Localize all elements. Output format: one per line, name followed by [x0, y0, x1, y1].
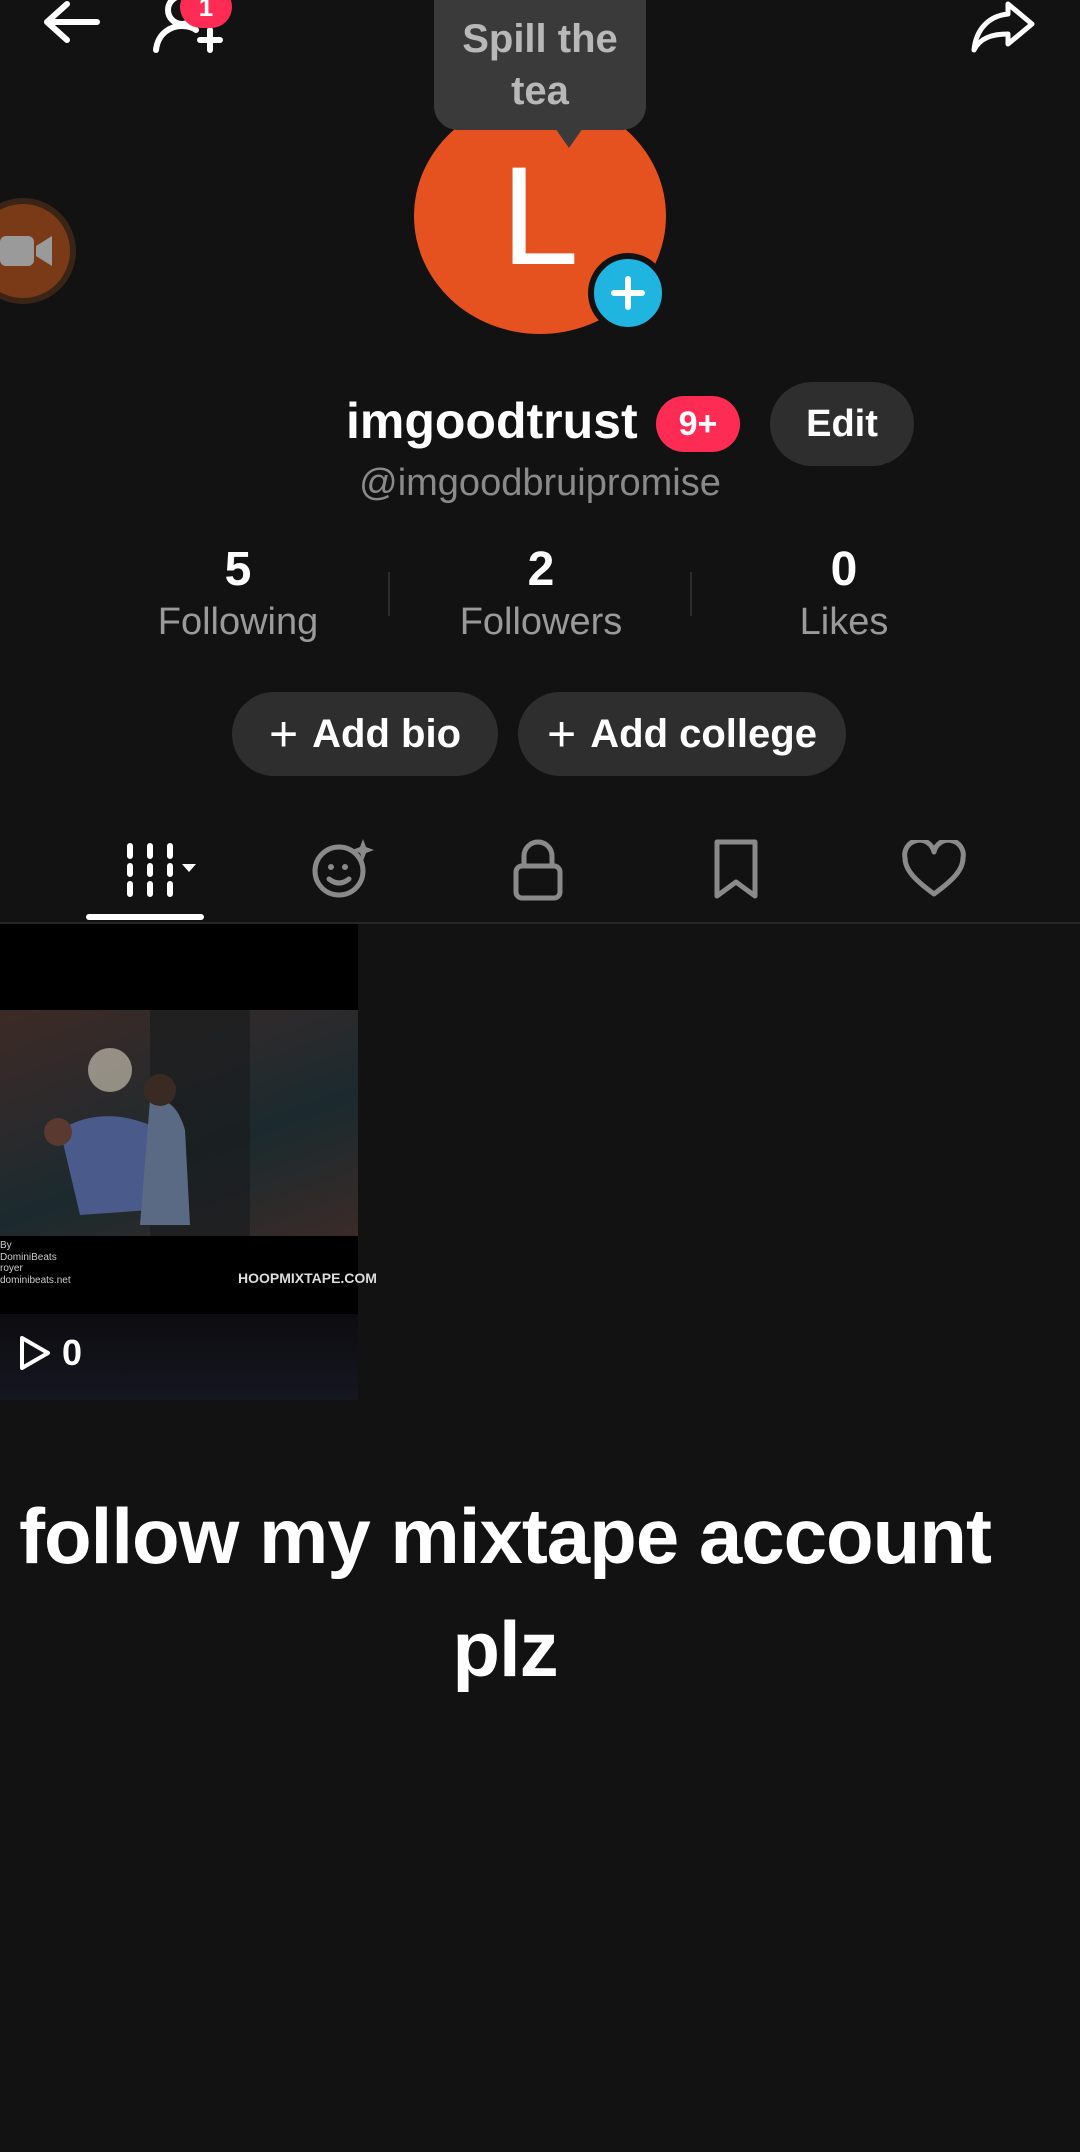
live-camera-button[interactable] — [0, 198, 76, 304]
likes-count: 0 — [830, 543, 858, 596]
share-button[interactable] — [966, 0, 1040, 56]
plus-icon — [611, 276, 645, 310]
active-tab-indicator — [86, 914, 204, 920]
tab-private[interactable] — [478, 830, 598, 910]
followers-count: 2 — [527, 543, 555, 596]
following-stat[interactable]: 5 Following — [108, 542, 368, 644]
video-camera-icon — [0, 236, 52, 266]
add-bio-label: Add bio — [312, 711, 462, 756]
followers-label: Followers — [459, 601, 623, 643]
thumbnail-figures — [44, 1010, 250, 1236]
tab-saved[interactable] — [676, 830, 796, 910]
profile-tabs — [0, 820, 1080, 924]
grid-videos-icon — [127, 843, 196, 897]
arrow-left-icon — [44, 1, 100, 43]
add-college-label: Add college — [590, 711, 817, 756]
face-sparkle-icon — [312, 839, 374, 898]
following-label: Following — [157, 601, 319, 643]
spill-the-tea-tooltip[interactable]: Spill the tea — [434, 0, 646, 130]
plus-icon: + — [547, 706, 577, 762]
back-button[interactable] — [30, 0, 110, 50]
view-count: 0 — [62, 1332, 83, 1373]
name-row: imgoodtrust 9+ Edit — [0, 382, 1080, 466]
heart-icon — [902, 840, 966, 897]
tooltip-tail — [555, 128, 583, 148]
following-count: 5 — [224, 543, 252, 596]
tab-videos[interactable] — [90, 830, 210, 910]
caption-text: follow my mixtape account plz — [19, 1492, 992, 1694]
avatar-letter: L — [501, 137, 579, 294]
followers-stat[interactable]: 2 Followers — [411, 542, 671, 644]
add-photo-button[interactable] — [588, 253, 668, 333]
tab-liked[interactable] — [874, 830, 994, 910]
lock-icon — [513, 839, 563, 901]
tab-reposts[interactable] — [282, 830, 402, 910]
notification-count-badge: 9+ — [656, 396, 740, 452]
play-count: 0 — [18, 1332, 82, 1374]
bookmark-icon — [714, 839, 758, 899]
user-handle: @imgoodbruipromise — [359, 462, 721, 504]
plus-icon: + — [268, 706, 299, 762]
display-name: imgoodtrust — [346, 393, 638, 449]
likes-label: Likes — [799, 601, 889, 643]
stat-divider — [690, 572, 692, 616]
edit-profile-button[interactable]: Edit — [770, 382, 914, 466]
video-thumbnail-card[interactable]: 0 — [0, 924, 358, 1400]
profile-stats: 5 Following 2 Followers 0 Likes — [0, 542, 1080, 652]
video-thumbnail-image — [0, 1010, 358, 1236]
add-bio-button[interactable]: + Add bio — [232, 692, 498, 776]
play-icon — [20, 1336, 50, 1370]
thumbnail-watermark: HOOPMIXTAPE.COM — [238, 1270, 377, 1286]
stat-divider — [388, 572, 390, 616]
share-arrow-icon — [971, 1, 1035, 53]
add-college-button[interactable]: + Add college — [518, 692, 846, 776]
thumbnail-credit: By DominiBeats royer dominibeats.net — [0, 1240, 71, 1286]
likes-stat[interactable]: 0 Likes — [714, 542, 974, 644]
